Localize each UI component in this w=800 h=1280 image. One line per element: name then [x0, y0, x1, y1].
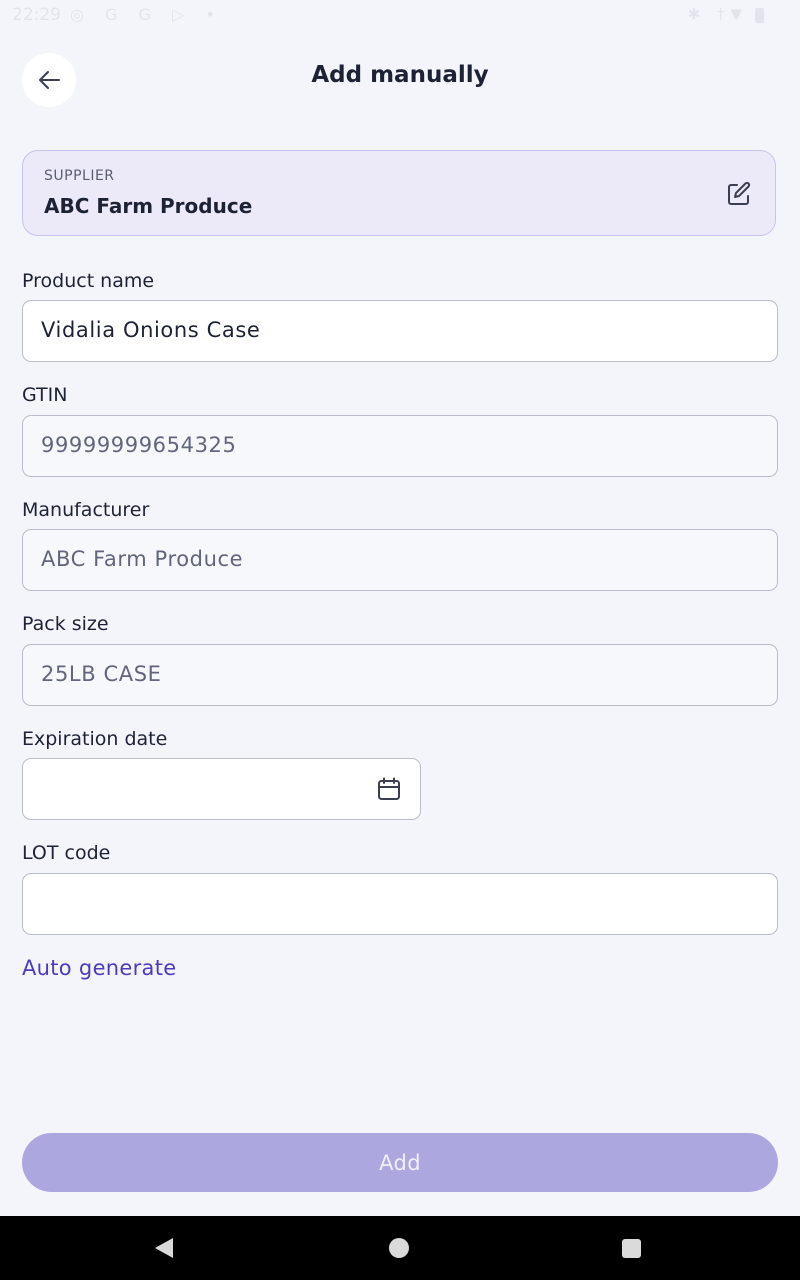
- lot-code-label: LOT code: [22, 842, 111, 864]
- nav-recents-icon[interactable]: [622, 1239, 641, 1258]
- product-name-value: Vidalia Onions Case: [41, 318, 261, 342]
- status-time: 22:29: [12, 5, 61, 25]
- manufacturer-label: Manufacturer: [22, 499, 150, 521]
- manufacturer-input[interactable]: ABC Farm Produce: [22, 529, 778, 591]
- page-title: Add manually: [311, 62, 489, 88]
- manufacturer-value: ABC Farm Produce: [41, 547, 244, 571]
- navigation-bar: [0, 1216, 800, 1280]
- gtin-input[interactable]: 99999999654325: [22, 415, 778, 477]
- nav-home-icon[interactable]: [389, 1238, 409, 1258]
- product-name-label: Product name: [22, 270, 155, 292]
- edit-icon: [728, 181, 751, 205]
- gtin-label: GTIN: [22, 384, 68, 406]
- supplier-card: SUPPLIER ABC Farm Produce: [22, 150, 776, 236]
- supplier-caption: SUPPLIER: [44, 168, 115, 184]
- expiration-date-label: Expiration date: [22, 728, 168, 750]
- status-bar: 22:29 ◎ G G ▷ • ✱ †▼: [0, 0, 800, 32]
- lot-code-input[interactable]: [22, 873, 778, 935]
- nav-back-icon[interactable]: [155, 1238, 173, 1258]
- gtin-value: 99999999654325: [41, 433, 237, 457]
- pack-size-input[interactable]: 25LB CASE: [22, 644, 778, 706]
- calendar-icon[interactable]: [376, 776, 402, 802]
- battery-icon: [755, 8, 764, 23]
- auto-generate-link[interactable]: Auto generate: [22, 956, 176, 980]
- add-button-label: Add: [379, 1150, 421, 1175]
- system-status-icons: ✱ †▼: [687, 5, 748, 23]
- add-button[interactable]: Add: [22, 1133, 778, 1192]
- pack-size-value: 25LB CASE: [41, 662, 162, 686]
- supplier-name: ABC Farm Produce: [44, 194, 253, 218]
- notification-icons: ◎ G G ▷ •: [70, 5, 223, 24]
- product-name-input[interactable]: Vidalia Onions Case: [22, 300, 778, 362]
- edit-supplier-button[interactable]: [723, 178, 755, 210]
- expiration-date-input[interactable]: [22, 758, 421, 820]
- pack-size-label: Pack size: [22, 613, 109, 635]
